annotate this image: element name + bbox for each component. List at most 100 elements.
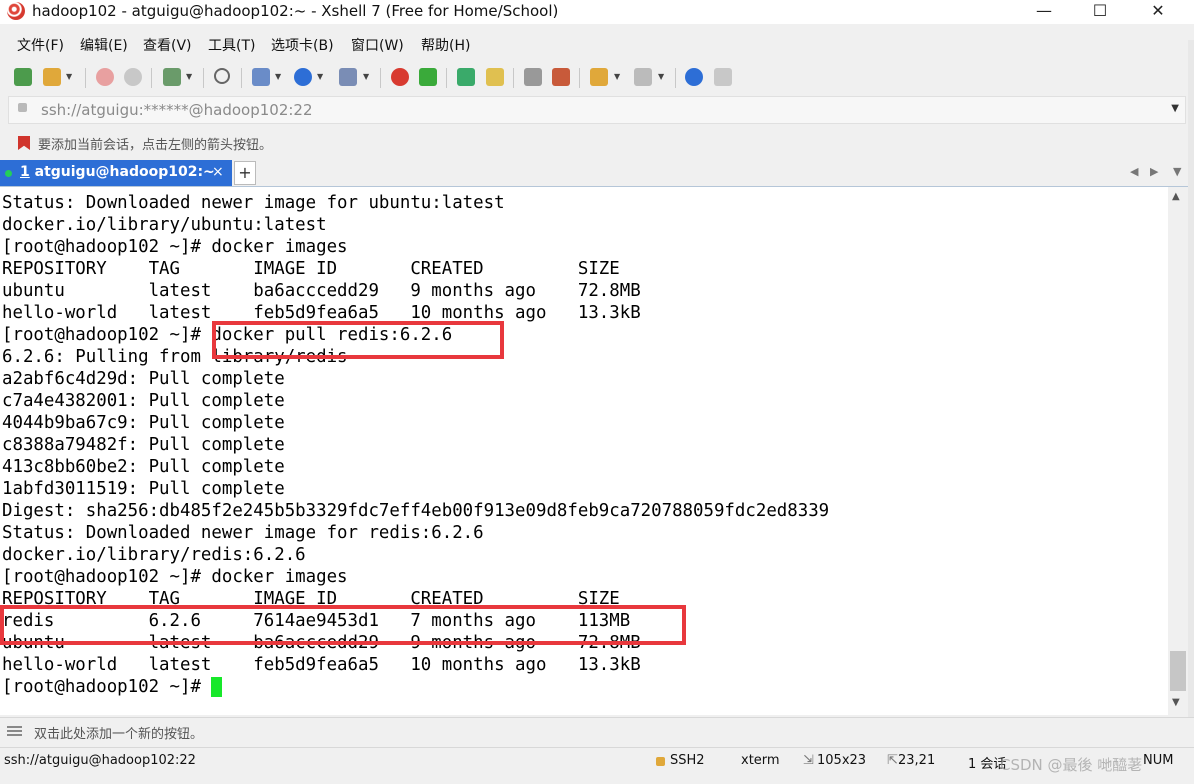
window-edge (1188, 40, 1194, 720)
menu-tabs[interactable]: 选项卡(B) (271, 35, 334, 55)
tab-session[interactable]: 1 atguigu@hadoop102:~ × (0, 160, 232, 186)
fullscreen-icon[interactable] (457, 68, 475, 86)
toolbar-divider (85, 68, 86, 88)
terminal-line: Digest: sha256:db485f2e245b5b3329fdc7eff… (2, 501, 830, 521)
maximize-button[interactable]: ☐ (1073, 0, 1127, 24)
chevron-down-icon[interactable]: ▼ (186, 72, 192, 81)
terminal[interactable]: Status: Downloaded newer image for ubunt… (0, 187, 1168, 715)
menu-icon[interactable] (7, 726, 22, 728)
search-icon[interactable] (214, 68, 230, 84)
open-folder-icon[interactable] (43, 68, 61, 86)
chevron-down-icon[interactable]: ▼ (363, 72, 369, 81)
toolbar-divider (241, 68, 242, 88)
toolbar-divider (446, 68, 447, 88)
scroll-thumb[interactable] (1170, 651, 1186, 691)
status-num-lock: NUM (1143, 753, 1174, 768)
status-size: 105x23 (817, 753, 867, 768)
terminal-line: [root@hadoop102 ~]# docker images (2, 567, 348, 587)
lock-icon (18, 103, 27, 112)
chevron-left-icon[interactable]: ◀ (1130, 165, 1138, 178)
status-protocol: SSH2 (670, 753, 705, 768)
terminal-line: 4044b9ba67c9: Pull complete (2, 413, 285, 433)
status-cursor-position: 23,21 (898, 753, 936, 768)
pen-icon[interactable] (552, 68, 570, 86)
menu-window[interactable]: 窗口(W) (351, 35, 404, 55)
tile-icon[interactable] (634, 68, 652, 86)
cursor-position-icon: ⇱ (887, 753, 898, 768)
chevron-down-icon[interactable]: ▼ (1173, 165, 1181, 178)
terminal-prompt: [root@hadoop102 ~]# (2, 677, 212, 697)
terminal-line: c8388a79482f: Pull complete (2, 435, 285, 455)
terminal-line: Status: Downloaded newer image for ubunt… (2, 193, 505, 213)
terminal-line: 413c8bb60be2: Pull complete (2, 457, 285, 477)
terminal-prompt-line: [root@hadoop102 ~]# (2, 676, 223, 698)
terminal-line: c7a4e4382001: Pull complete (2, 391, 285, 411)
toolbar-divider (151, 68, 152, 88)
csdn-watermark: CSDN @最後 哋醯荖 (1000, 756, 1143, 774)
toolbar-divider (203, 68, 204, 88)
vertical-scrollbar[interactable]: ▲ ▼ (1168, 187, 1188, 715)
chevron-down-icon[interactable]: ▼ (658, 72, 664, 81)
title-bar: hadoop102 - atguigu@hadoop102:~ - Xshell… (0, 0, 1194, 24)
connect-icon[interactable] (96, 68, 114, 86)
menu-view[interactable]: 查看(V) (143, 35, 192, 55)
help-icon[interactable] (685, 68, 703, 86)
toolbar: ▼ ▼ ▼ ▼ ▼ ▼ ▼ (0, 60, 1194, 92)
terminal-line: a2abf6c4d29d: Pull complete (2, 369, 285, 389)
session-hint-bar: 要添加当前会话，点击左侧的箭头按钮。 (8, 130, 1184, 156)
toolbar-divider (380, 68, 381, 88)
tab-label: 1 atguigu@hadoop102:~ (20, 164, 215, 180)
bookmark-icon[interactable] (18, 136, 30, 150)
layout-icon[interactable] (252, 68, 270, 86)
add-tab-button[interactable]: + (234, 161, 256, 185)
terminal-line: REPOSITORY TAG IMAGE ID CREATED SIZE (2, 259, 620, 279)
status-connection: ssh://atguigu@hadoop102:22 (4, 753, 196, 768)
lock-icon[interactable] (486, 68, 504, 86)
highlight-redis-row (0, 605, 686, 645)
new-session-icon[interactable] (14, 68, 32, 86)
tab-bar: 1 atguigu@hadoop102:~ × + ◀ ▶ ▼ (0, 160, 1194, 187)
globe-icon[interactable] (294, 68, 312, 86)
highlight-pull-command (212, 321, 504, 359)
keyboard-icon[interactable] (524, 68, 542, 86)
address-bar[interactable]: ssh://atguigu:******@hadoop102:22 ▼ (8, 96, 1186, 124)
close-button[interactable]: ✕ (1131, 0, 1185, 24)
xftp-icon[interactable] (419, 68, 437, 86)
xshell-icon[interactable] (391, 68, 409, 86)
minimize-button[interactable]: — (1017, 0, 1071, 24)
chevron-down-icon[interactable]: ▼ (1171, 103, 1179, 114)
menu-file[interactable]: 文件(F) (17, 35, 64, 55)
menu-edit[interactable]: 编辑(E) (80, 35, 128, 55)
terminal-line: docker.io/library/redis:6.2.6 (2, 545, 306, 565)
chat-icon[interactable] (714, 68, 732, 86)
toolbar-divider (513, 68, 514, 88)
terminal-line: 1abfd3011519: Pull complete (2, 479, 285, 499)
menu-tools[interactable]: 工具(T) (208, 35, 255, 55)
font-icon[interactable] (339, 68, 357, 86)
connected-status-icon (5, 170, 12, 177)
toolbar-divider (579, 68, 580, 88)
terminal-line: docker.io/library/ubuntu:latest (2, 215, 327, 235)
disconnect-icon[interactable] (124, 68, 142, 86)
status-terminal-type: xterm (741, 753, 780, 768)
menu-bar: 文件(F) 编辑(E) 查看(V) 工具(T) 选项卡(B) 窗口(W) 帮助(… (0, 32, 1194, 56)
chevron-down-icon[interactable]: ▼ (614, 72, 620, 81)
toolbar-divider (675, 68, 676, 88)
chevron-down-icon[interactable]: ▼ (66, 72, 72, 81)
add-folder-icon[interactable] (590, 68, 608, 86)
quick-command-bar[interactable]: 双击此处添加一个新的按钮。 (0, 717, 1194, 744)
terminal-line: [root@hadoop102 ~]# docker images (2, 237, 348, 257)
resize-icon: ⇲ (803, 753, 814, 768)
menu-help[interactable]: 帮助(H) (421, 35, 470, 55)
properties-icon[interactable] (163, 68, 181, 86)
chevron-right-icon[interactable]: ▶ (1150, 165, 1158, 178)
address-input[interactable]: ssh://atguigu:******@hadoop102:22 (41, 101, 313, 119)
scroll-down-icon[interactable]: ▼ (1172, 697, 1180, 708)
window-title: hadoop102 - atguigu@hadoop102:~ - Xshell… (32, 2, 559, 20)
terminal-line: Status: Downloaded newer image for redis… (2, 523, 484, 543)
chevron-down-icon[interactable]: ▼ (275, 72, 281, 81)
scroll-up-icon[interactable]: ▲ (1172, 191, 1180, 202)
terminal-cursor (211, 677, 223, 697)
tab-close-button[interactable]: × (212, 164, 224, 180)
chevron-down-icon[interactable]: ▼ (317, 72, 323, 81)
